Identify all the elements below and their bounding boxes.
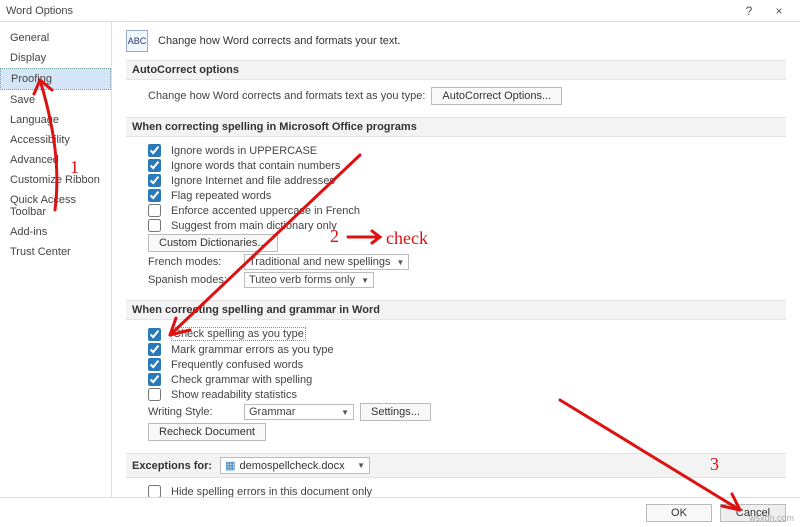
titlebar: Word Options ? × [0, 0, 800, 22]
french-label: French modes: [148, 256, 238, 268]
document-icon: ▦ [225, 459, 235, 472]
sidebar-item-trust-center[interactable]: Trust Center [0, 242, 111, 262]
chevron-down-icon: ▼ [396, 258, 404, 267]
sidebar-item-accessibility[interactable]: Accessibility [0, 130, 111, 150]
sidebar: General Display Proofing Save Language A… [0, 22, 112, 497]
section-msoffice-title: When correcting spelling in Microsoft Of… [126, 117, 786, 137]
window-title: Word Options [6, 5, 73, 17]
sidebar-item-customize-ribbon[interactable]: Customize Ribbon [0, 170, 111, 190]
chk-hide-spelling[interactable] [148, 485, 161, 497]
sidebar-item-proofing[interactable]: Proofing [0, 68, 111, 90]
sidebar-item-addins[interactable]: Add-ins [0, 222, 111, 242]
chk-spelling-as-type[interactable] [148, 328, 161, 341]
chk-accented[interactable] [148, 204, 161, 217]
chk-internet[interactable] [148, 174, 161, 187]
spanish-modes-combo[interactable]: Tuteo verb forms only▼ [244, 272, 374, 288]
sidebar-item-general[interactable]: General [0, 28, 111, 48]
help-button[interactable]: ? [734, 4, 764, 18]
watermark: wsxdn.com [749, 513, 794, 523]
page-header: ABC Change how Word corrects and formats… [126, 30, 786, 52]
exceptions-doc-combo[interactable]: ▦demospellcheck.docx ▼ [220, 457, 370, 474]
chk-repeated[interactable] [148, 189, 161, 202]
sidebar-item-quick-access[interactable]: Quick Access Toolbar [0, 190, 111, 222]
writing-style-label: Writing Style: [148, 406, 238, 418]
settings-button[interactable]: Settings... [360, 403, 431, 421]
chk-grammar-as-type[interactable] [148, 343, 161, 356]
section-exceptions-title: Exceptions for: ▦demospellcheck.docx ▼ [126, 453, 786, 478]
sidebar-item-save[interactable]: Save [0, 90, 111, 110]
close-button[interactable]: × [764, 4, 794, 18]
content: ABC Change how Word corrects and formats… [112, 22, 800, 497]
chk-uppercase[interactable] [148, 144, 161, 157]
writing-style-combo[interactable]: Grammar▼ [244, 404, 354, 420]
section-word-title: When correcting spelling and grammar in … [126, 300, 786, 320]
autocorrect-desc: Change how Word corrects and formats tex… [148, 90, 425, 102]
chk-numbers[interactable] [148, 159, 161, 172]
french-modes-combo[interactable]: Traditional and new spellings▼ [244, 254, 409, 270]
chk-confused[interactable] [148, 358, 161, 371]
recheck-document-button[interactable]: Recheck Document [148, 423, 266, 441]
chk-maindict[interactable] [148, 219, 161, 232]
chevron-down-icon: ▼ [341, 408, 349, 417]
custom-dictionaries-button[interactable]: Custom Dictionaries... [148, 234, 278, 252]
chevron-down-icon: ▼ [361, 276, 369, 285]
chk-grammar-spelling[interactable] [148, 373, 161, 386]
autocorrect-options-button[interactable]: AutoCorrect Options... [431, 87, 562, 105]
spanish-label: Spanish modes: [148, 274, 238, 286]
chevron-down-icon: ▼ [357, 461, 365, 470]
chk-readability[interactable] [148, 388, 161, 401]
sidebar-item-display[interactable]: Display [0, 48, 111, 68]
sidebar-item-advanced[interactable]: Advanced [0, 150, 111, 170]
abc-check-icon: ABC [126, 30, 148, 52]
main-area: General Display Proofing Save Language A… [0, 22, 800, 497]
sidebar-item-language[interactable]: Language [0, 110, 111, 130]
page-title: Change how Word corrects and formats you… [158, 35, 401, 47]
section-autocorrect-title: AutoCorrect options [126, 60, 786, 80]
dialog-footer: OK Cancel [0, 497, 800, 527]
ok-button[interactable]: OK [646, 504, 712, 522]
